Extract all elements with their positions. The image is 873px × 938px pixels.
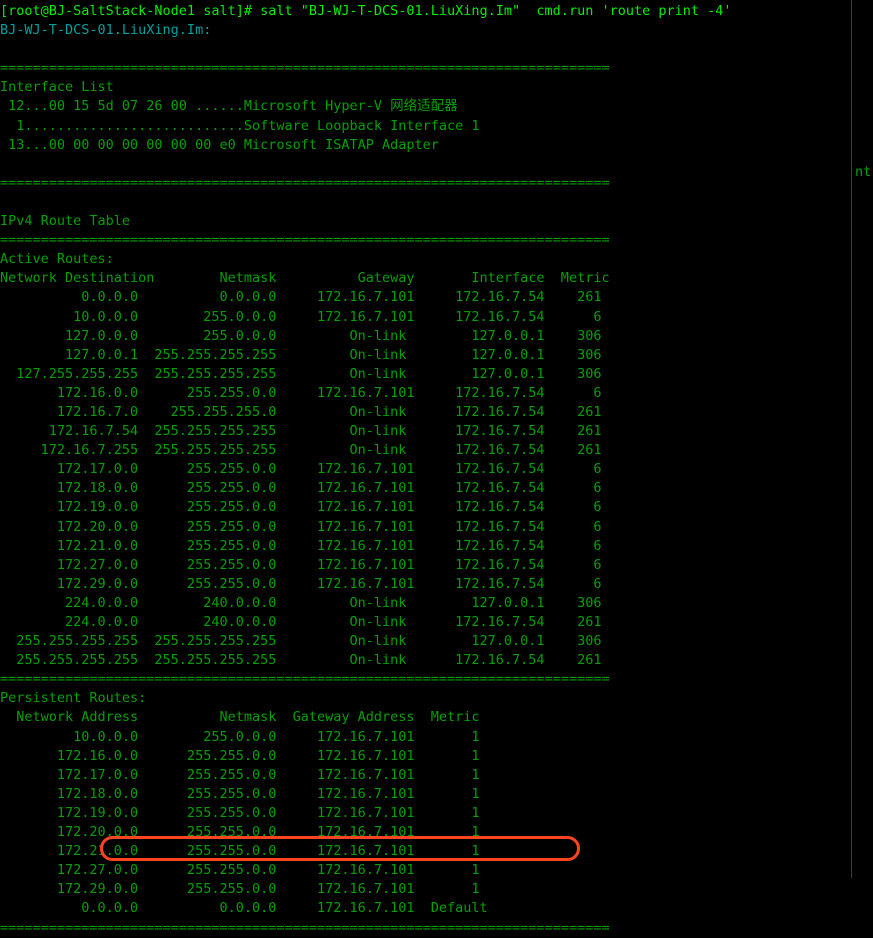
shell-prompt-command-line: [root@BJ-SaltStack-Node1 salt]# salt "BJ… bbox=[0, 3, 732, 19]
active-route-row: 0.0.0.0 0.0.0.0 172.16.7.101 172.16.7.54… bbox=[0, 289, 602, 306]
active-route-row: 172.29.0.0 255.255.0.0 172.16.7.101 172.… bbox=[0, 575, 602, 592]
persistent-route-row: 10.0.0.0 255.0.0.0 172.16.7.101 1 bbox=[0, 728, 480, 745]
persistent-route-row: 172.21.0.0 255.255.0.0 172.16.7.101 1 bbox=[0, 843, 480, 860]
persistent-route-row: 172.16.0.0 255.255.0.0 172.16.7.101 1 bbox=[0, 747, 480, 764]
active-route-row: 172.21.0.0 255.255.0.0 172.16.7.101 172.… bbox=[0, 537, 602, 554]
persistent-route-row: 172.19.0.0 255.255.0.0 172.16.7.101 1 bbox=[0, 804, 480, 821]
active-route-row: 255.255.255.255 255.255.255.255 On-link … bbox=[0, 633, 602, 650]
minion-hostname-label: BJ-WJ-T-DCS-01.LiuXing.Im: bbox=[0, 22, 212, 39]
separator-under-ipv4-heading: ========================================… bbox=[0, 232, 610, 249]
active-route-row: 172.16.0.0 255.255.0.0 172.16.7.101 172.… bbox=[0, 384, 602, 401]
persistent-route-row: 172.20.0.0 255.255.0.0 172.16.7.101 1 bbox=[0, 824, 480, 841]
separator-top: ========================================… bbox=[0, 60, 610, 77]
active-route-row: 10.0.0.0 255.0.0.0 172.16.7.101 172.16.7… bbox=[0, 308, 602, 325]
active-routes-label: Active Routes: bbox=[0, 251, 114, 268]
active-route-row: 172.19.0.0 255.255.0.0 172.16.7.101 172.… bbox=[0, 499, 602, 516]
interface-list-row: 13...00 00 00 00 00 00 00 e0 Microsoft I… bbox=[0, 136, 439, 153]
window-border-right bbox=[851, 0, 852, 878]
active-route-row: 127.0.0.0 255.0.0.0 On-link 127.0.0.1 30… bbox=[0, 327, 602, 344]
active-route-row: 172.18.0.0 255.255.0.0 172.16.7.101 172.… bbox=[0, 480, 602, 497]
active-route-row: 255.255.255.255 255.255.255.255 On-link … bbox=[0, 652, 602, 669]
separator-bottom: ========================================… bbox=[0, 919, 610, 936]
persistent-routes-header: Network Address Netmask Gateway Address … bbox=[0, 709, 480, 726]
active-route-row: 224.0.0.0 240.0.0.0 On-link 172.16.7.54 … bbox=[0, 614, 602, 630]
terminal-window[interactable]: [root@BJ-SaltStack-Node1 salt]# salt "BJ… bbox=[0, 0, 873, 936]
active-route-row: 172.17.0.0 255.255.0.0 172.16.7.101 172.… bbox=[0, 461, 602, 478]
separator-after-interfaces: ========================================… bbox=[0, 174, 610, 191]
active-route-row: 127.255.255.255 255.255.255.255 On-link … bbox=[0, 365, 602, 382]
active-route-row: 172.16.7.54 255.255.255.255 On-link 172.… bbox=[0, 423, 602, 440]
persistent-routes-label: Persistent Routes: bbox=[0, 690, 147, 707]
persistent-route-row: 172.17.0.0 255.255.0.0 172.16.7.101 1 bbox=[0, 766, 480, 783]
separator-after-active-routes: ========================================… bbox=[0, 671, 610, 688]
persistent-route-row: 172.27.0.0 255.255.0.0 172.16.7.101 1 bbox=[0, 862, 480, 879]
active-routes-header: Network Destination Netmask Gateway Inte… bbox=[0, 270, 610, 287]
active-route-row: 172.27.0.0 255.255.0.0 172.16.7.101 172.… bbox=[0, 556, 602, 573]
active-route-row: 127.0.0.1 255.255.255.255 On-link 127.0.… bbox=[0, 346, 602, 363]
active-route-row: 224.0.0.0 240.0.0.0 On-link 127.0.0.1 30… bbox=[0, 594, 602, 611]
interface-list-heading: Interface List bbox=[0, 79, 114, 96]
background-window-text-fragment: nt - bbox=[855, 164, 872, 180]
active-route-row: 172.16.7.255 255.255.255.255 On-link 172… bbox=[0, 442, 602, 459]
persistent-route-row: 172.18.0.0 255.255.0.0 172.16.7.101 1 bbox=[0, 785, 480, 802]
active-route-row: 172.20.0.0 255.255.0.0 172.16.7.101 172.… bbox=[0, 518, 602, 535]
interface-list-row: 12...00 15 5d 07 26 00 ......Microsoft H… bbox=[0, 98, 458, 115]
ipv4-route-table-heading: IPv4 Route Table bbox=[0, 213, 131, 230]
persistent-route-row: 172.29.0.0 255.255.0.0 172.16.7.101 1 bbox=[0, 881, 480, 898]
interface-list-row: 1...........................Software Loo… bbox=[0, 117, 480, 134]
active-route-row: 172.16.7.0 255.255.255.0 On-link 172.16.… bbox=[0, 403, 602, 420]
persistent-default-route-row: 0.0.0.0 0.0.0.0 172.16.7.101 Default bbox=[0, 900, 488, 917]
terminal-screen[interactable]: [root@BJ-SaltStack-Node1 salt]# salt "BJ… bbox=[0, 0, 851, 938]
